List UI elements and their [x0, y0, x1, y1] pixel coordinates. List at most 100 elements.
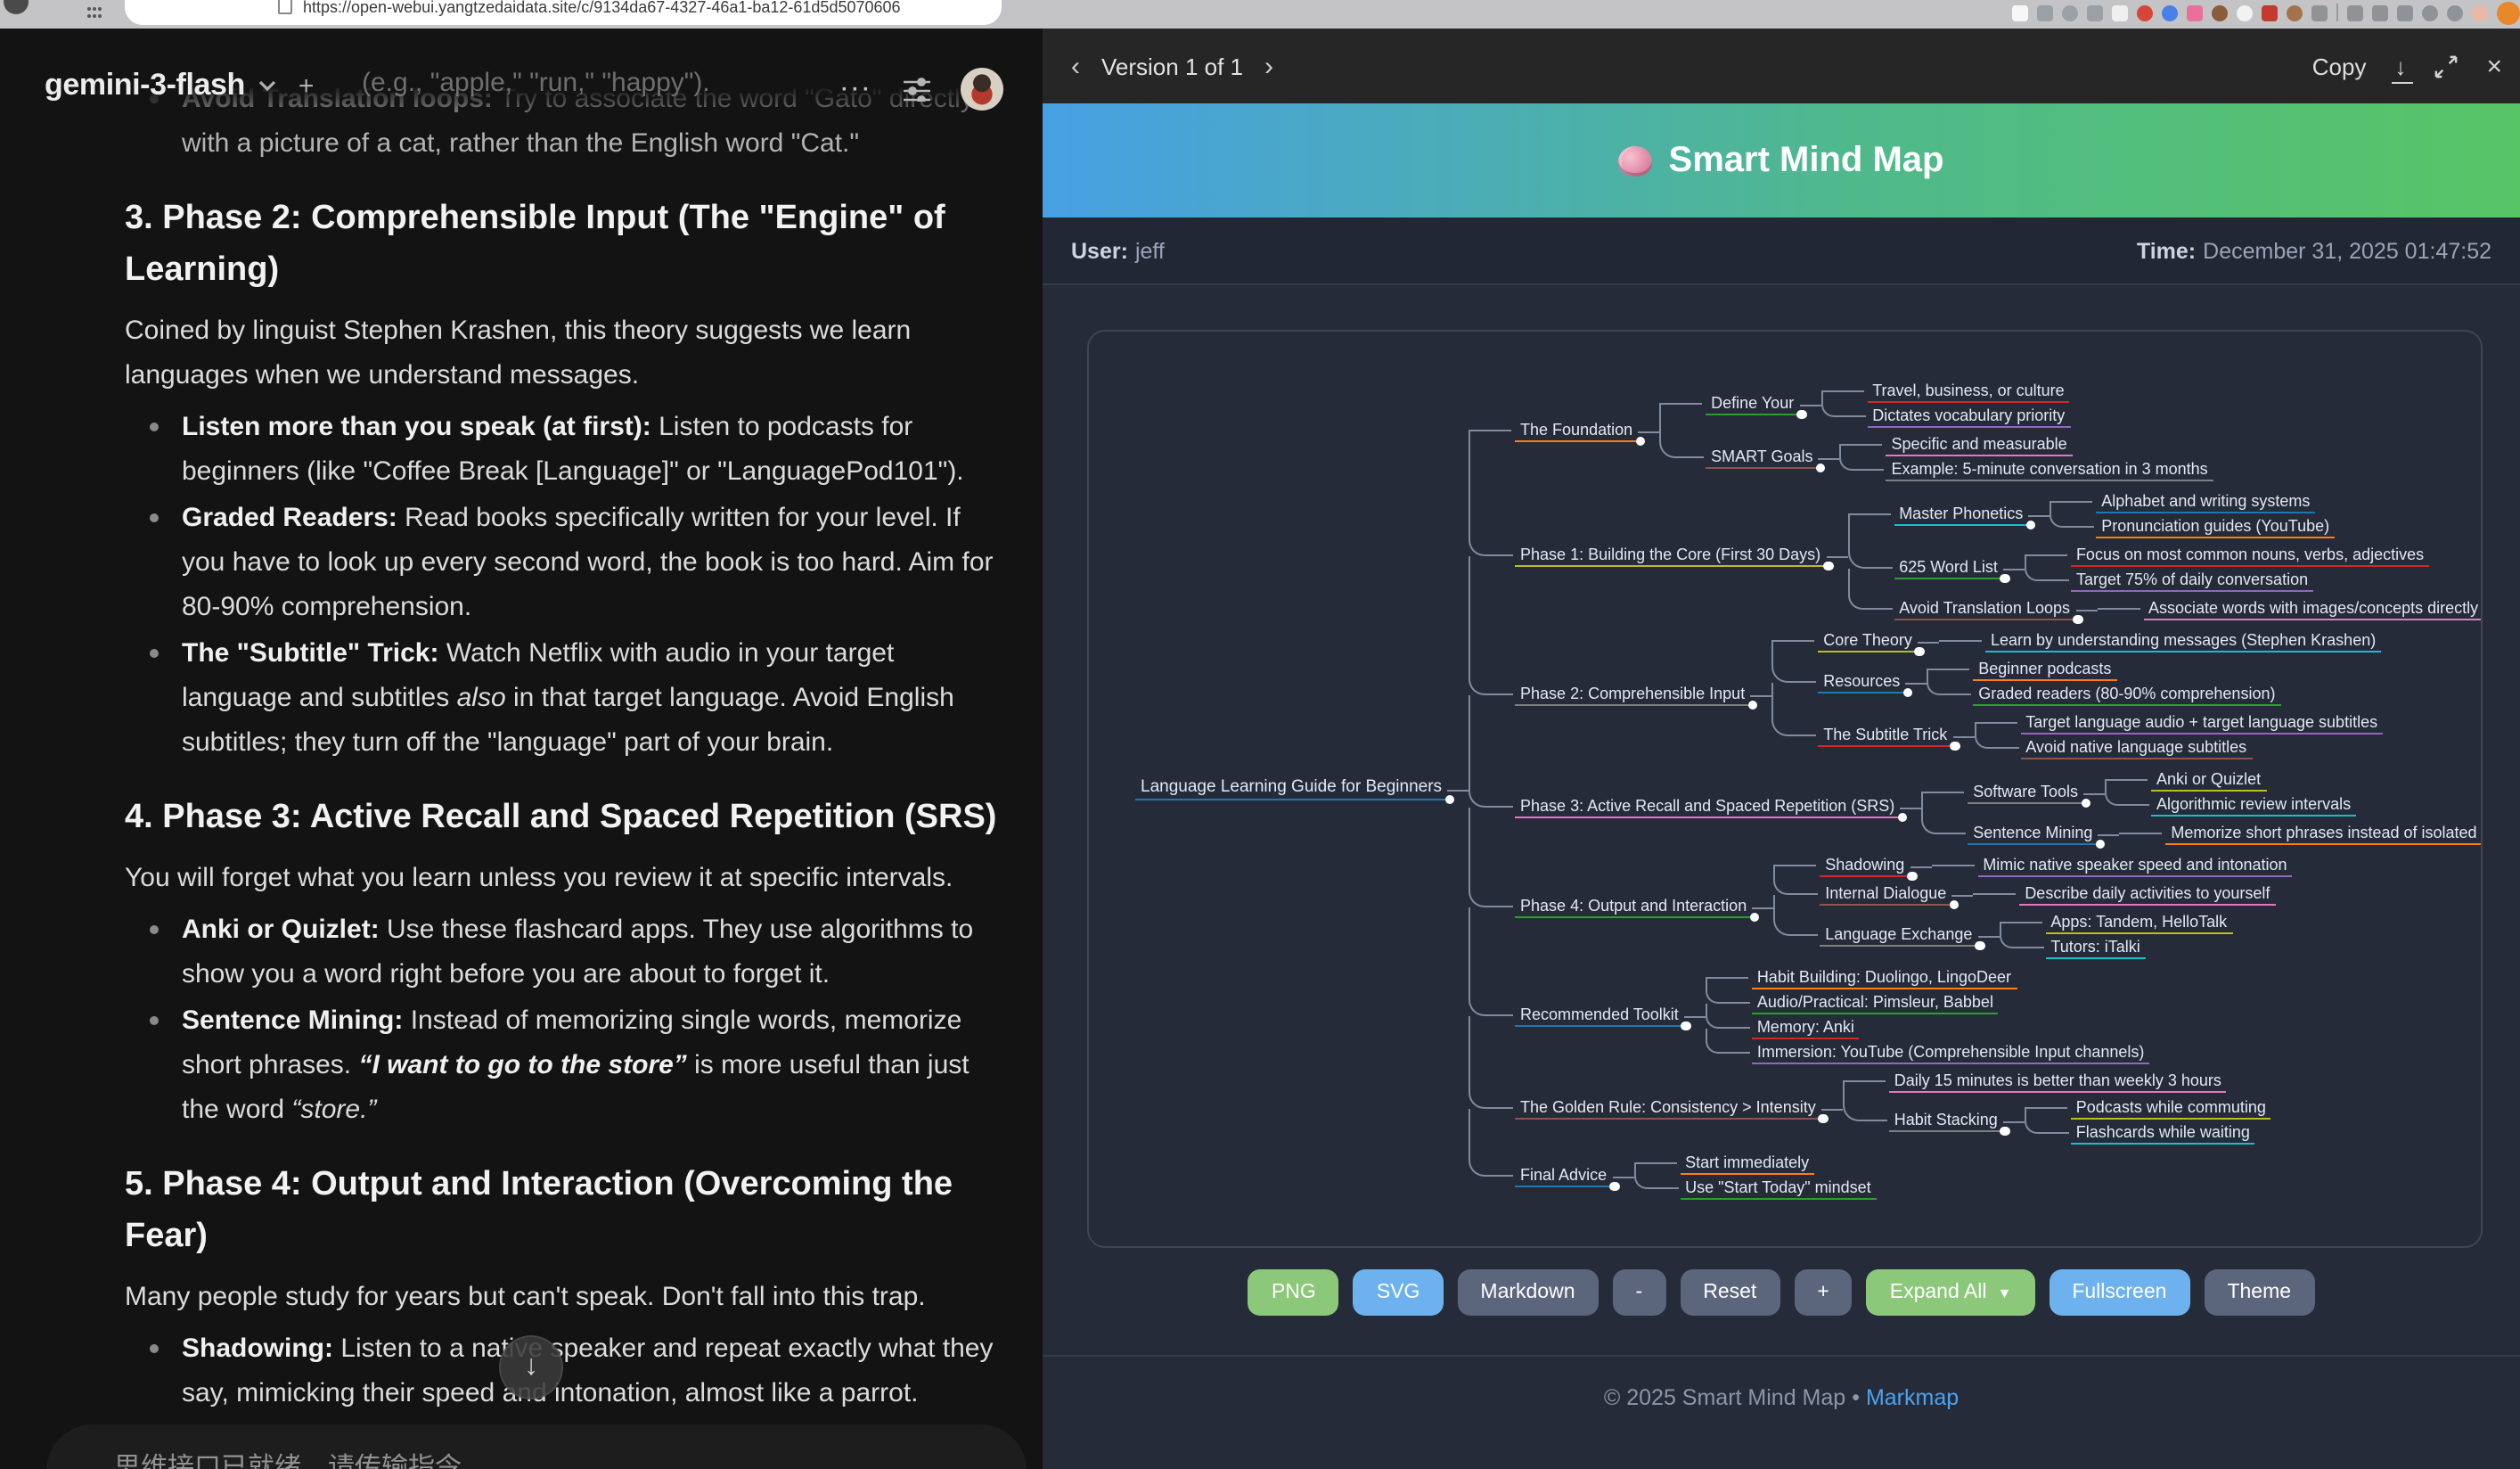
- mindmap-node[interactable]: Immersion: YouTube (Comprehensible Input…: [1752, 1042, 2150, 1063]
- url-text[interactable]: https://open-webui.yangtzedaidata.site/c…: [303, 0, 980, 16]
- mindmap-node-circle[interactable]: [1975, 940, 1984, 950]
- png-button[interactable]: PNG: [1248, 1269, 1339, 1316]
- mindmap-node-circle[interactable]: [2073, 614, 2082, 624]
- close-icon[interactable]: ×: [2486, 51, 2502, 81]
- search-extension-icon[interactable]: [2062, 4, 2078, 21]
- mindmap-node[interactable]: Example: 5-minute conversation in 3 mont…: [1886, 459, 2213, 480]
- mindmap-node[interactable]: Memory: Anki: [1752, 1017, 1860, 1038]
- mindmap-node[interactable]: Graded readers (80-90% comprehension): [1973, 684, 2280, 705]
- circle-extension-icon[interactable]: [2422, 4, 2438, 21]
- copy-button[interactable]: Copy: [2312, 53, 2367, 79]
- mindmap-node[interactable]: Specific and measurable: [1886, 434, 2073, 455]
- mindmap-node[interactable]: Final Advice: [1515, 1165, 1612, 1186]
- mindmap-node[interactable]: 625 Word List: [1894, 557, 2003, 579]
- chat-input[interactable]: 思维接口已就绪，请传输指令。: [46, 1424, 1027, 1469]
- --button[interactable]: -: [1613, 1269, 1666, 1316]
- mindmap-node[interactable]: Focus on most common nouns, verbs, adjec…: [2071, 545, 2429, 566]
- expand-icon[interactable]: [2434, 54, 2458, 78]
- mindmap-node[interactable]: Phase 3: Active Recall and Spaced Repeti…: [1515, 796, 1900, 817]
- mindmap-node[interactable]: Recommended Toolkit: [1515, 1005, 1684, 1026]
- reset-button[interactable]: Reset: [1680, 1269, 1780, 1316]
- mindmap-node-circle[interactable]: [1915, 646, 1925, 656]
- copy-extension-icon[interactable]: [2347, 4, 2363, 21]
- mindmap-node[interactable]: Algorithmic review intervals: [2151, 794, 2356, 816]
- mindmap-node[interactable]: Target 75% of daily conversation: [2071, 570, 2313, 591]
- mindmap-node-circle[interactable]: [1907, 871, 1917, 881]
- mindmap-node[interactable]: Target language audio + target language …: [2020, 712, 2383, 734]
- clip-extension-icon[interactable]: [2037, 4, 2053, 21]
- user-avatar[interactable]: [961, 68, 1003, 111]
- mindmap-node[interactable]: Pronunciation guides (YouTube): [2096, 516, 2335, 538]
- mindmap-node[interactable]: Master Phonetics: [1894, 504, 2028, 525]
- mindmap-node[interactable]: Podcasts while commuting: [2071, 1097, 2271, 1119]
- svg-button[interactable]: SVG: [1354, 1269, 1444, 1316]
- mindmap-node-circle[interactable]: [1635, 436, 1645, 446]
- notebook-extension-icon[interactable]: [2262, 4, 2278, 21]
- mindmap-node-circle[interactable]: [1796, 409, 1806, 419]
- mindmap-node-circle[interactable]: [1444, 794, 1454, 804]
- mindmap-node[interactable]: Define Your: [1706, 393, 1799, 414]
- panda-extension-icon[interactable]: [2237, 4, 2253, 21]
- mindmap-node[interactable]: Alphabet and writing systems: [2096, 491, 2315, 513]
- expand-all-button[interactable]: Expand All▼: [1867, 1269, 2035, 1316]
- apps-grid-icon[interactable]: [86, 4, 103, 21]
- mindmap-node[interactable]: Sentence Mining: [1968, 823, 2098, 844]
- paw-extension-icon[interactable]: [2447, 4, 2463, 21]
- monkey2-extension-icon[interactable]: [2287, 4, 2303, 21]
- mindmap-node[interactable]: Use "Start Today" mindset: [1680, 1178, 1877, 1199]
- mindmap-node[interactable]: The Golden Rule: Consistency > Intensity: [1515, 1097, 1821, 1119]
- mindmap-node-circle[interactable]: [1609, 1181, 1619, 1191]
- browser-profile-icon[interactable]: [2497, 2, 2520, 25]
- mindmap-node-circle[interactable]: [1747, 700, 1757, 710]
- mindmap-node[interactable]: Apps: Tandem, HelloTalk: [2045, 912, 2232, 933]
- mindmap-node[interactable]: Travel, business, or culture: [1867, 381, 2069, 402]
- mindmap-node[interactable]: Tutors: iTalki: [2045, 937, 2145, 958]
- mindmap-node[interactable]: Avoid Translation Loops: [1894, 598, 2075, 620]
- mindmap-node[interactable]: Learn by understanding messages (Stephen…: [1985, 630, 2381, 652]
- mindmap-node[interactable]: Language Learning Guide for Beginners: [1135, 778, 1447, 800]
- prev-version-button[interactable]: ‹: [1068, 51, 1084, 81]
- mindmap-node-circle[interactable]: [1749, 912, 1759, 922]
- mindmap-node-circle[interactable]: [1681, 1021, 1691, 1030]
- markdown-button[interactable]: Markdown: [1457, 1269, 1598, 1316]
- mindmap-node[interactable]: Phase 2: Comprehensible Input: [1515, 684, 1750, 705]
- chevron-down-icon[interactable]: [259, 79, 277, 92]
- red-extension-icon[interactable]: [2137, 4, 2153, 21]
- markmap-link[interactable]: Markmap: [1866, 1385, 1959, 1410]
- mindmap-node[interactable]: Memorize short phrases instead of isolat…: [2165, 823, 2483, 844]
- mindmap-node-circle[interactable]: [1816, 463, 1826, 472]
- mindmap-node-circle[interactable]: [1823, 561, 1833, 570]
- mindmap-node[interactable]: Resources: [1818, 671, 1905, 693]
- new-chat-icon[interactable]: +: [299, 70, 315, 101]
- mindmap-node[interactable]: Anki or Quizlet: [2151, 769, 2266, 791]
- mindmap-node[interactable]: Beginner podcasts: [1973, 659, 2116, 680]
- mindmap-node-circle[interactable]: [1949, 899, 1959, 909]
- browser-logo-icon[interactable]: [4, 0, 29, 14]
- more-options-icon[interactable]: ···: [841, 77, 873, 102]
- mindmap-node[interactable]: The Foundation: [1515, 420, 1638, 441]
- mindmap-node[interactable]: Mimic native speaker speed and intonatio…: [1977, 855, 2292, 876]
- mindmap-node[interactable]: Dictates vocabulary priority: [1867, 406, 2070, 427]
- controls-icon[interactable]: [904, 77, 930, 102]
- mindmap-node[interactable]: Language Exchange: [1820, 924, 1977, 946]
- pink-extension-icon[interactable]: [2187, 4, 2203, 21]
- mindmap-node-circle[interactable]: [2095, 839, 2105, 849]
- next-version-button[interactable]: ›: [1261, 51, 1277, 81]
- mindmap-node[interactable]: Avoid native language subtitles: [2020, 737, 2252, 759]
- mindmap-node[interactable]: Daily 15 minutes is better than weekly 3…: [1889, 1071, 2227, 1092]
- scroll-to-bottom-button[interactable]: ↓: [499, 1335, 563, 1399]
- mindmap-node-circle[interactable]: [2000, 573, 2010, 583]
- mindmap-node-circle[interactable]: [1902, 687, 1912, 697]
- facebook-extension-icon[interactable]: [2162, 4, 2178, 21]
- mindmap-node-circle[interactable]: [1950, 741, 1960, 751]
- monkey-extension-icon[interactable]: [2212, 4, 2228, 21]
- star-extension-icon[interactable]: [2087, 4, 2103, 21]
- mindmap-node[interactable]: SMART Goals: [1706, 447, 1818, 468]
- mindmap-node[interactable]: Describe daily activities to yourself: [2019, 883, 2275, 905]
- gray-extension-icon[interactable]: [2311, 4, 2328, 21]
- cursor-extension-icon[interactable]: [2372, 4, 2388, 21]
- profile-extension-icon[interactable]: [2472, 4, 2488, 21]
- model-selector[interactable]: gemini-3-flash: [45, 68, 245, 103]
- mindmap-node[interactable]: Phase 1: Building the Core (First 30 Day…: [1515, 545, 1826, 566]
- mindmap-node[interactable]: Phase 4: Output and Interaction: [1515, 896, 1752, 917]
